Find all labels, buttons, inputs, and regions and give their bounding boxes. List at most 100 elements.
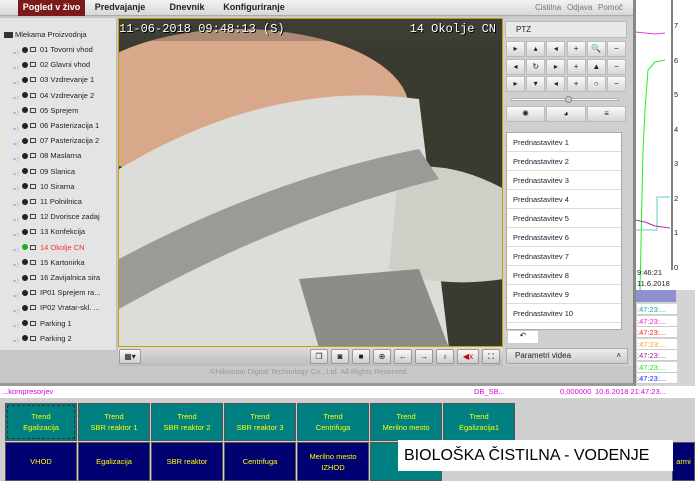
green-series bbox=[639, 59, 666, 291]
trend-button[interactable]: Trend SBR reaktor 1 bbox=[78, 403, 150, 441]
help-link[interactable]: Pomoč bbox=[598, 3, 623, 12]
camera-item[interactable]: ⚬⁝ 15 Kartonirka bbox=[12, 255, 85, 270]
speed-slider[interactable] bbox=[511, 96, 619, 103]
nav-button[interactable]: SBR reaktor bbox=[151, 442, 223, 481]
camera-label: 03 Vzdrevanje 1 bbox=[40, 75, 95, 85]
pan-right-icon[interactable]: ▸ bbox=[546, 58, 566, 75]
next-icon[interactable]: → bbox=[415, 349, 433, 364]
trend-button[interactable]: Trend Centrifuga bbox=[297, 403, 369, 441]
camera-item[interactable]: ⚬⁝ Parking 1 bbox=[12, 316, 72, 331]
camera-icon bbox=[22, 92, 28, 99]
preset-item[interactable]: Prednastavitev 6 bbox=[507, 228, 621, 247]
prev-icon[interactable]: ← bbox=[394, 349, 412, 364]
preset-item[interactable]: Prednastavitev 1 bbox=[507, 133, 621, 152]
zoom-icon[interactable]: ⊕ bbox=[373, 349, 391, 364]
tab-log[interactable]: Dnevnik bbox=[162, 0, 212, 16]
preset-item[interactable]: Prednastavitev 8 bbox=[507, 266, 621, 285]
iris-open-icon[interactable]: + bbox=[566, 76, 586, 92]
camera-label: 08 Maslarna bbox=[40, 151, 82, 161]
camera-item[interactable]: ⚬⁝ 11 Polnilnica bbox=[12, 194, 82, 209]
preset-item[interactable]: Prednastavitev 2 bbox=[507, 152, 621, 171]
camera-item[interactable]: ⚬⁝ 14 Okolje CN bbox=[12, 240, 85, 255]
tab-playback[interactable]: Predvajanje bbox=[90, 0, 150, 16]
preset-item[interactable]: Prednastavitev 7 bbox=[507, 247, 621, 266]
focus-out-icon[interactable]: − bbox=[607, 58, 626, 75]
camera-item[interactable]: ⚬⁝ 13 Konfekcija bbox=[12, 224, 85, 239]
pan-left-icon[interactable]: ◂ bbox=[506, 58, 525, 75]
trend-button[interactable]: Trend Egalizacija bbox=[5, 403, 77, 441]
link-icon: ⚬⁝ bbox=[12, 263, 19, 270]
preset-item[interactable]: Prednastavitev 3 bbox=[507, 171, 621, 190]
camera-item[interactable]: ⚬⁝ 04 Vzdrevanje 2 bbox=[12, 88, 94, 103]
fullscreen-icon[interactable]: ⛶ bbox=[482, 349, 500, 364]
preset-item[interactable]: Prednastavitev 9 bbox=[507, 285, 621, 304]
camera-item[interactable]: ⚬⁝ 06 Pasterizacija 1 bbox=[12, 118, 99, 133]
pan-up-right-icon[interactable]: ◂ bbox=[546, 41, 566, 57]
camera-item[interactable]: ⚬⁝ 01 Tovorni vhod bbox=[12, 42, 93, 57]
camera-item[interactable]: ⚬⁝ 16 Zavijalnica sira bbox=[12, 270, 100, 285]
window-icon[interactable]: ❐ bbox=[310, 349, 328, 364]
camera-item[interactable]: ⚬⁝ 02 Glavni vhod bbox=[12, 57, 90, 72]
record-status-icon bbox=[30, 107, 36, 113]
camera-item[interactable]: ⚬⁝ IP02 Vratar-skl. ... bbox=[12, 300, 100, 315]
wiper-icon[interactable]: ◕ bbox=[546, 106, 586, 122]
pan-up-icon[interactable]: ▴ bbox=[526, 41, 546, 57]
focus-icon[interactable]: ▲ bbox=[586, 58, 606, 75]
camera-item[interactable]: ⚬⁝ 07 Pasterizacija 2 bbox=[12, 133, 99, 148]
camera-item[interactable]: ⚬⁝ IP01 Sprejem ra... bbox=[12, 285, 100, 300]
logout-link[interactable]: Odjava bbox=[567, 3, 592, 12]
mic-icon[interactable]: ♁ bbox=[436, 349, 454, 364]
camera-label: 10 Sirarna bbox=[40, 181, 75, 191]
camera-item[interactable]: ⚬⁝ 08 Maslarna bbox=[12, 148, 81, 163]
zoom-in-icon[interactable]: + bbox=[566, 41, 586, 57]
volume-mute-icon[interactable]: ◀x bbox=[457, 349, 479, 364]
preset-item[interactable]: Prednastavitev 5 bbox=[507, 209, 621, 228]
focus-in-icon[interactable]: + bbox=[566, 58, 586, 75]
nav-button[interactable]: Egalizacija bbox=[78, 442, 150, 481]
auto-rotate-icon[interactable]: ↻ bbox=[526, 58, 546, 75]
pan-down-icon[interactable]: ▾ bbox=[526, 76, 546, 92]
nav-button[interactable]: VHOD bbox=[5, 442, 77, 481]
preset-list[interactable]: Prednastavitev 1 Prednastavitev 2 Prednast… bbox=[506, 132, 622, 330]
camera-item[interactable]: ⚬⁝ 10 Sirarna bbox=[12, 179, 75, 194]
pan-down-left-icon[interactable]: ▸ bbox=[506, 76, 525, 92]
camera-icon bbox=[22, 320, 28, 327]
iris-close-icon[interactable]: − bbox=[607, 76, 626, 92]
camera-item[interactable]: ⚬⁝ 09 Slanica bbox=[12, 164, 75, 179]
camera-item[interactable]: ⚬⁝ Parking 2 bbox=[12, 331, 72, 346]
pan-up-left-icon[interactable]: ▸ bbox=[506, 41, 525, 57]
camera-item[interactable]: ⚬⁝ 05 Sprejem bbox=[12, 103, 78, 118]
camera-icon bbox=[22, 46, 28, 53]
menu-icon[interactable]: ≡ bbox=[587, 106, 626, 122]
preset-item[interactable]: Prednastavitev 10 bbox=[507, 304, 621, 323]
nav-button[interactable]: armi bbox=[672, 442, 695, 481]
nav-button[interactable]: Merilno mesto IZHOD bbox=[297, 442, 369, 481]
zoom-out-icon[interactable]: − bbox=[607, 41, 626, 57]
link-icon: ⚬⁝ bbox=[12, 248, 19, 255]
trend-button[interactable]: Trend SBR reaktor 2 bbox=[151, 403, 223, 441]
pan-down-right-icon[interactable]: ◂ bbox=[546, 76, 566, 92]
slider-handle[interactable] bbox=[565, 96, 572, 103]
record-icon[interactable]: ■ bbox=[352, 349, 370, 364]
tab-configuration[interactable]: Konfiguriranje bbox=[218, 0, 290, 16]
nav-button[interactable]: Centrifuga bbox=[224, 442, 296, 481]
trend-button[interactable]: Trend SBR reaktor 3 bbox=[224, 403, 296, 441]
trend-button[interactable]: Trend Merilno mesto bbox=[370, 403, 442, 441]
preset-goto-icon[interactable]: ↶ bbox=[507, 330, 539, 344]
preset-item[interactable]: Prednastavitev 4 bbox=[507, 190, 621, 209]
snapshot-icon[interactable]: ◙ bbox=[331, 349, 349, 364]
light-icon[interactable]: ✺ bbox=[506, 106, 545, 122]
zoom-icon[interactable]: 🔍 bbox=[586, 41, 606, 57]
tab-live-view[interactable]: Pogled v živo bbox=[18, 0, 85, 16]
tree-root[interactable]: Mlekama Proizvodnja bbox=[4, 27, 87, 42]
preset-item[interactable]: Prednastavitev 11 bbox=[507, 323, 621, 329]
camera-item[interactable]: ⚬⁝ 03 Vzdrevanje 1 bbox=[12, 72, 94, 87]
user-link[interactable]: Cistilna bbox=[535, 3, 561, 12]
video-viewport[interactable]: 11-06-2018 09:48:13 (S) 14 Okolje CN bbox=[118, 18, 503, 347]
iris-icon[interactable]: ○ bbox=[586, 76, 606, 92]
layout-icon[interactable]: ▦▾ bbox=[119, 349, 141, 364]
camera-icon bbox=[22, 152, 28, 159]
camera-item[interactable]: ⚬⁝ 12 Dvorisce zadaj bbox=[12, 209, 100, 224]
trend-button[interactable]: Trend Egalizacija1 bbox=[443, 403, 515, 441]
video-params-header[interactable]: Parametri videa ˄ bbox=[506, 348, 628, 364]
